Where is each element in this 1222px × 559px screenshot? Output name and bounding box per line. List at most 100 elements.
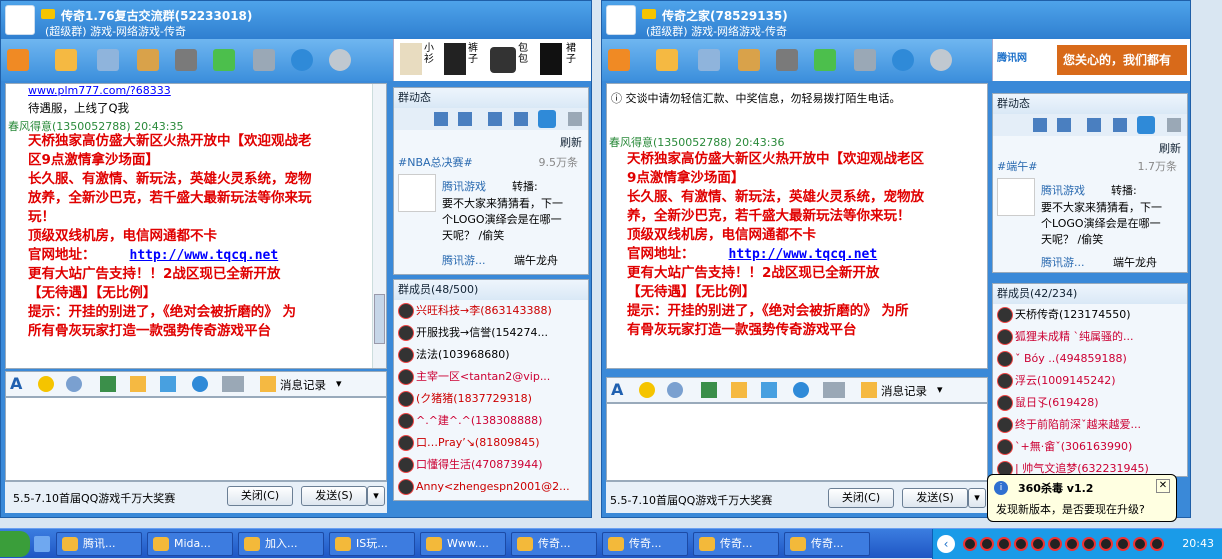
member-item[interactable]: 浮云(1009145242) <box>993 370 1187 392</box>
emoji-icon[interactable] <box>639 382 655 398</box>
folder-icon[interactable] <box>55 49 77 71</box>
message-input[interactable] <box>5 397 387 481</box>
member-item[interactable]: 兴旺科技→李(863143388) <box>394 300 588 322</box>
titlebar[interactable]: 传奇1.76复古交流群(52233018) (超级群) 游戏-网络游戏-传奇 <box>1 1 591 39</box>
emoji-icon[interactable] <box>38 376 54 392</box>
search-icon[interactable] <box>793 382 809 398</box>
send-options-button[interactable]: ▾ <box>968 488 986 508</box>
taskbar-button[interactable]: 传奇... <box>602 532 688 556</box>
screenshot-icon[interactable] <box>160 376 176 392</box>
grid-icon[interactable] <box>1087 118 1101 132</box>
history-button[interactable]: 消息记录 <box>280 377 326 393</box>
promo-link[interactable]: 5.5-7.10首届QQ游戏千万大奖赛 <box>13 490 175 506</box>
topic-link[interactable]: #NBA总决赛# <box>398 154 473 170</box>
qq-tray-icon[interactable] <box>1031 537 1045 551</box>
qq-tray-icon[interactable] <box>1082 537 1096 551</box>
image-icon[interactable] <box>1057 118 1071 132</box>
game-icon[interactable] <box>175 49 197 71</box>
chat-history[interactable]: ⓘ 交谈中请勿轻信汇款、中奖信息，勿轻易拨打陌生电话。 春风得意(1350052… <box>606 83 988 369</box>
ad-banner[interactable]: 小衫 裤子 包包 裙子 <box>393 39 591 81</box>
weibo-icon[interactable] <box>1137 116 1155 134</box>
website-link[interactable]: http://www.tqcq.net <box>130 248 279 263</box>
feed-author[interactable]: 腾讯游戏 <box>442 178 486 194</box>
topic-link[interactable]: #端午# <box>997 158 1037 174</box>
refresh-link[interactable]: 刷新 <box>1159 140 1181 156</box>
qq-tray-icon[interactable] <box>1099 537 1113 551</box>
qq-tray-icon[interactable] <box>997 537 1011 551</box>
taskbar-button[interactable]: Mida... <box>147 532 233 556</box>
speaker-icon[interactable] <box>1033 118 1047 132</box>
video-icon[interactable] <box>514 112 528 126</box>
weibo-icon[interactable] <box>538 110 556 128</box>
screenshot-icon[interactable] <box>761 382 777 398</box>
start-button[interactable] <box>0 531 30 557</box>
font-icon[interactable]: A <box>611 380 623 399</box>
search-icon[interactable] <box>192 376 208 392</box>
game-icon[interactable] <box>776 49 798 71</box>
refresh-link[interactable]: 刷新 <box>560 134 582 150</box>
magic-icon[interactable] <box>667 382 683 398</box>
qq-tray-icon[interactable] <box>1048 537 1062 551</box>
folder-icon[interactable] <box>656 49 678 71</box>
chat-link[interactable]: www.plm777.com/?68333 <box>28 84 171 97</box>
taskbar-button[interactable]: 传奇... <box>511 532 597 556</box>
grid-icon[interactable] <box>488 112 502 126</box>
feed-author-2[interactable]: 腾讯游... <box>1041 254 1085 270</box>
send-button[interactable]: 发送(S) <box>301 486 367 506</box>
taskbar-button[interactable]: Www.... <box>420 532 506 556</box>
board-icon[interactable] <box>137 49 159 71</box>
tools-icon[interactable] <box>253 49 275 71</box>
search-icon[interactable] <box>291 49 313 71</box>
ad-banner[interactable]: 腾讯网 您关心的，我们都有 <box>992 39 1190 81</box>
add-app-icon[interactable] <box>814 49 836 71</box>
qq-tray-icon[interactable] <box>1014 537 1028 551</box>
promo-link[interactable]: 5.5-7.10首届QQ游戏千万大奖赛 <box>610 492 772 508</box>
album-icon[interactable] <box>698 49 720 71</box>
website-link[interactable]: http://www.tqcq.net <box>729 247 878 262</box>
member-item[interactable]: 口懂得生活(470873944) <box>394 454 588 476</box>
home-icon[interactable] <box>608 49 630 71</box>
member-item[interactable]: 狐狸未成精 ˋ纯属骚的... <box>993 326 1187 348</box>
video-icon[interactable] <box>1113 118 1127 132</box>
taskbar-button[interactable]: IS玩... <box>329 532 415 556</box>
album-icon[interactable] <box>97 49 119 71</box>
board-icon[interactable] <box>738 49 760 71</box>
taskbar-button[interactable]: 传奇... <box>693 532 779 556</box>
member-item[interactable]: 鼠日孓(619428) <box>993 392 1187 414</box>
qq-tray-icon[interactable] <box>963 537 977 551</box>
settings-icon[interactable] <box>930 49 952 71</box>
chevron-down-icon[interactable]: ▾ <box>336 377 342 390</box>
qq-tray-icon[interactable] <box>1116 537 1130 551</box>
chat-history[interactable]: www.plm777.com/?68333 待遇服，上线了Q我 春风得意(135… <box>5 83 387 369</box>
shake-icon[interactable] <box>222 376 244 392</box>
member-item[interactable]: (ク猪猪(1837729318) <box>394 388 588 410</box>
quick-launch-icon[interactable] <box>34 536 50 552</box>
image-icon[interactable] <box>701 382 717 398</box>
close-icon[interactable]: ✕ <box>1156 479 1170 493</box>
history-button[interactable]: 消息记录 <box>881 383 927 399</box>
close-button[interactable]: 关闭(C) <box>227 486 293 506</box>
taskbar-button[interactable]: 加入... <box>238 532 324 556</box>
member-item[interactable]: 主宰一区<tantan2@vip... <box>394 366 588 388</box>
tools-icon[interactable] <box>854 49 876 71</box>
titlebar[interactable]: 传奇之家(78529135) (超级群) 游戏-网络游戏-传奇 <box>602 1 1190 39</box>
scroll-thumb[interactable] <box>374 294 385 344</box>
update-notification[interactable]: i 360杀毒 v1.2 ✕ 发现新版本，是否要现在升级? <box>987 474 1177 522</box>
message-input[interactable] <box>606 403 988 481</box>
image-icon[interactable] <box>100 376 116 392</box>
magic-icon[interactable] <box>66 376 82 392</box>
member-item[interactable]: ˇ Bóy ..(494859188) <box>993 348 1187 370</box>
close-button[interactable]: 关闭(C) <box>828 488 894 508</box>
qq-tray-icon[interactable] <box>980 537 994 551</box>
qq-tray-icon[interactable] <box>1065 537 1079 551</box>
chevron-down-icon[interactable]: ▾ <box>937 383 943 396</box>
image-icon[interactable] <box>458 112 472 126</box>
home-icon[interactable] <box>7 49 29 71</box>
wrench-icon[interactable] <box>1167 118 1181 132</box>
member-item[interactable]: 法法(103968680) <box>394 344 588 366</box>
member-item[interactable]: ˋ+無·畲ˇ(306163990) <box>993 436 1187 458</box>
taskbar-button[interactable]: 腾讯... <box>56 532 142 556</box>
scrollbar[interactable] <box>372 84 386 368</box>
feed-author[interactable]: 腾讯游戏 <box>1041 182 1085 198</box>
shake-icon[interactable] <box>823 382 845 398</box>
